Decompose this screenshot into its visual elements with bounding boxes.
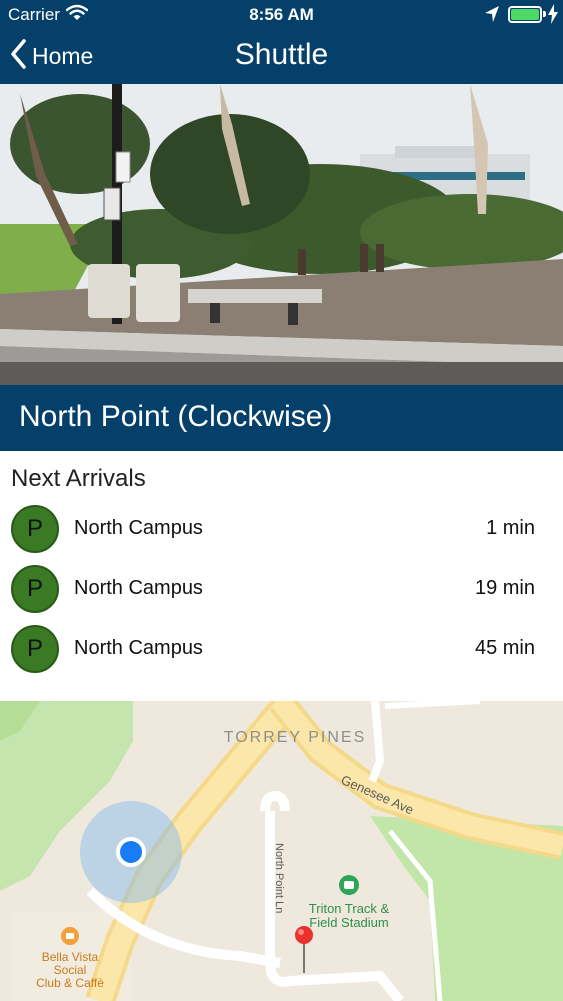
stop-map[interactable]: TORREY PINES Genesee Ave North Point Ln … [0, 701, 563, 1001]
arrivals-section: Next Arrivals P North Campus 1 min P Nor… [0, 451, 563, 701]
stop-photo [0, 84, 563, 385]
arrival-row[interactable]: P North Campus 1 min [0, 500, 563, 560]
route-badge: P [11, 565, 59, 613]
battery-icon [508, 6, 542, 23]
location-arrow-icon [484, 5, 500, 28]
map-label-cafe-1: Bella Vista [42, 950, 99, 964]
page-title: Shuttle [234, 38, 329, 71]
arrival-row[interactable]: P North Campus 19 min [0, 560, 563, 620]
navigation-bar: Home Shuttle [0, 30, 563, 84]
arrival-destination: North Campus [74, 517, 203, 539]
route-badge: P [11, 625, 59, 673]
map-label-cafe-3: Club & Caffè [36, 976, 104, 990]
charging-bolt-icon [548, 4, 558, 29]
map-label-area: TORREY PINES [224, 729, 367, 746]
stop-header: North Point (Clockwise) [0, 385, 563, 451]
map-label-northpoint: North Point Ln [273, 843, 285, 913]
map-label-stadium-2: Field Stadium [309, 915, 388, 930]
map-label-cafe-2: Social [54, 963, 87, 977]
arrival-destination: North Campus [74, 637, 203, 659]
arrival-eta: 19 min [474, 577, 535, 599]
map-label-stadium-1: Triton Track & [309, 901, 390, 916]
arrival-row[interactable]: P North Campus 45 min [0, 620, 563, 680]
clock: 8:56 AM [249, 5, 314, 24]
arrivals-heading: Next Arrivals [11, 465, 146, 492]
route-badge: P [11, 505, 59, 553]
stop-name: North Point (Clockwise) [19, 400, 333, 433]
battery-tip [543, 11, 546, 17]
status-bar: Carrier 8:56 AM [0, 0, 563, 30]
arrival-destination: North Campus [74, 577, 203, 599]
arrival-eta: 1 min [486, 517, 535, 539]
arrival-eta: 45 min [474, 637, 535, 659]
